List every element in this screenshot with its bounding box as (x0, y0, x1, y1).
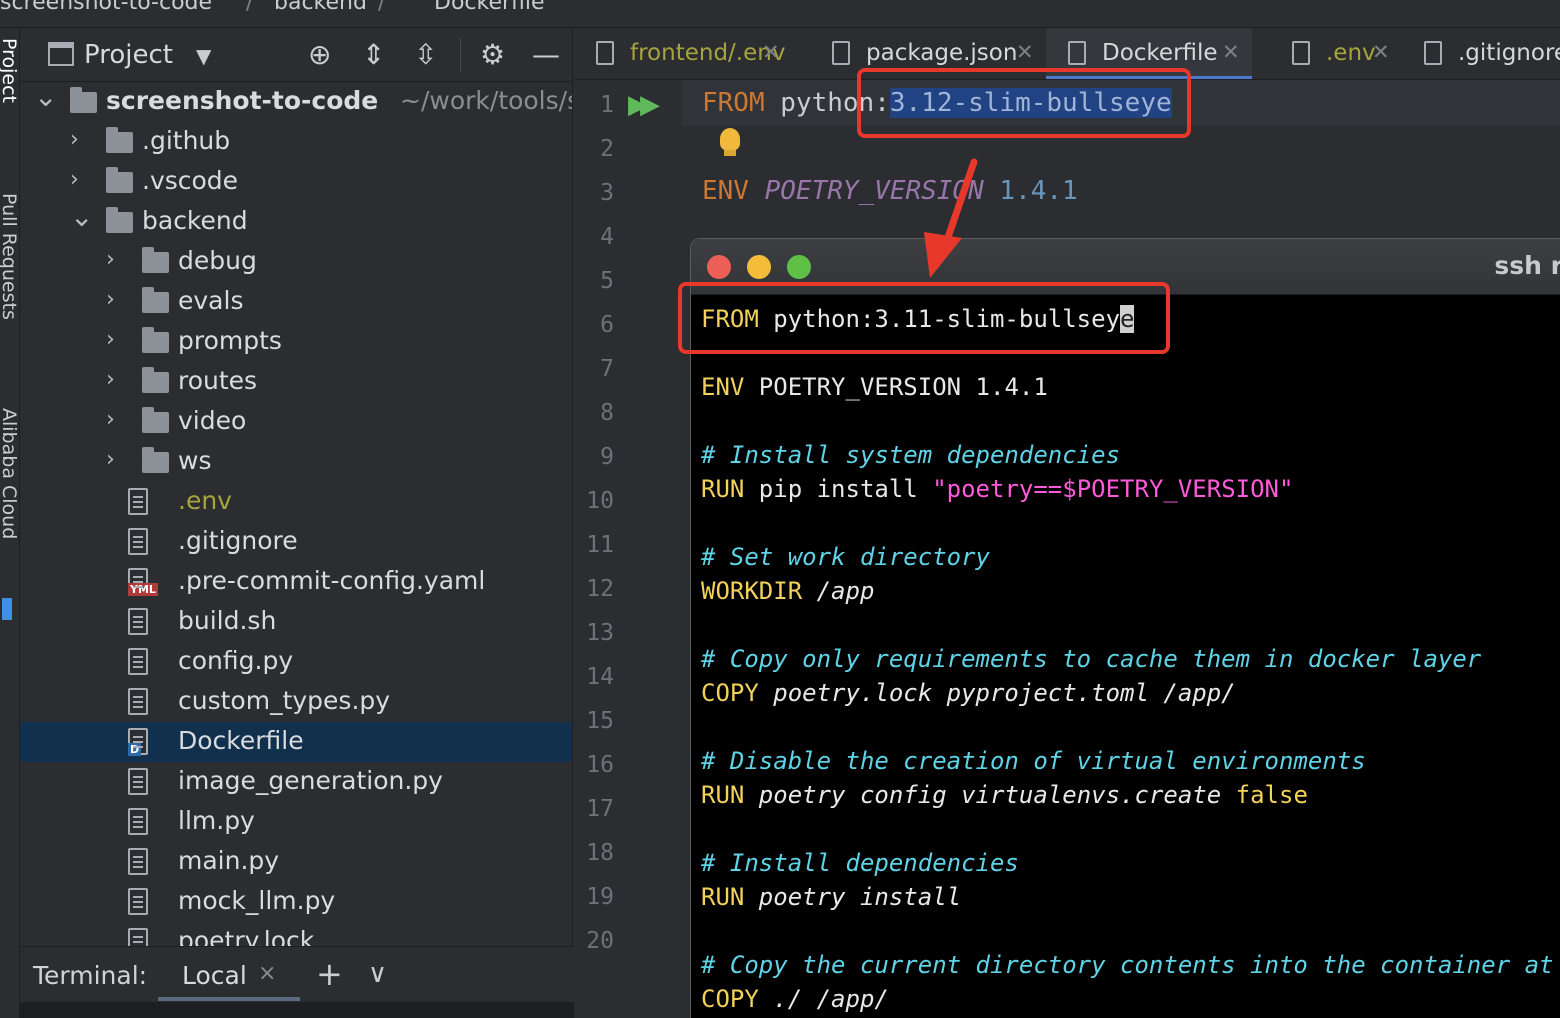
annotation-arrow (924, 158, 978, 278)
ide-window: screenshot-to-code / backend / Dockerfil… (0, 0, 1560, 1018)
